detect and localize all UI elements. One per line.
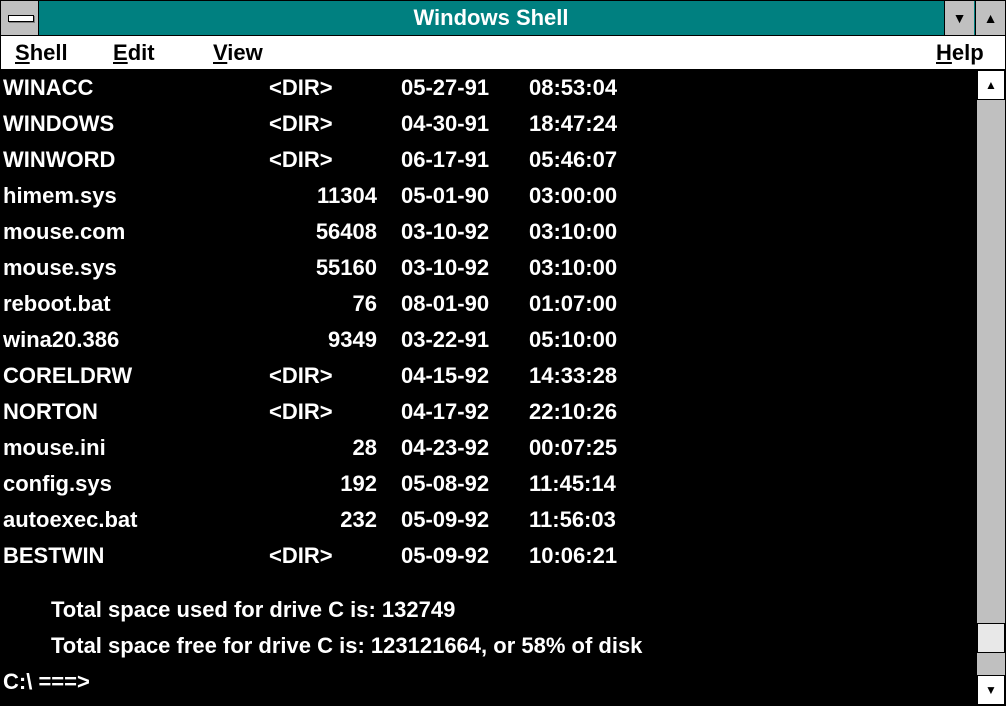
file-name: config.sys <box>3 471 112 496</box>
file-name: WINDOWS <box>3 111 115 136</box>
file-date: 08-01-90 <box>401 291 490 316</box>
menu-shell[interactable]: Shell <box>15 36 68 69</box>
scroll-thumb[interactable] <box>977 623 1005 653</box>
file-name: BESTWIN <box>3 543 105 568</box>
file-date: 06-17-91 <box>401 147 490 172</box>
scroll-up-button[interactable]: ▲ <box>977 70 1005 100</box>
file-time: 18:47:24 <box>529 111 618 136</box>
file-date: 04-17-92 <box>401 399 490 424</box>
menu-shell-mnemonic: S <box>15 40 30 65</box>
file-time: 03:10:00 <box>529 255 618 280</box>
maximize-button[interactable]: ▲ <box>975 1 1005 35</box>
system-menu-icon <box>8 15 34 22</box>
file-time: 05:10:00 <box>529 327 618 352</box>
menu-shell-label: hell <box>29 40 68 65</box>
triangle-down-icon: ▼ <box>952 10 967 26</box>
file-date: 05-09-92 <box>401 507 490 532</box>
menu-help-mnemonic: H <box>936 40 952 65</box>
space-used-line: Total space used for drive C is: 132749 <box>51 597 456 622</box>
file-size: 28 <box>352 435 377 460</box>
file-time: 22:10:26 <box>529 399 618 424</box>
file-size: <DIR> <box>269 363 333 388</box>
file-time: 01:07:00 <box>529 291 618 316</box>
menu-edit-mnemonic: E <box>113 40 128 65</box>
file-size: 11304 <box>317 183 377 208</box>
window-title: Windows Shell <box>413 5 569 30</box>
file-name: mouse.sys <box>3 255 117 280</box>
triangle-up-icon: ▲ <box>983 10 998 26</box>
menu-view[interactable]: View <box>213 36 263 69</box>
file-name: mouse.ini <box>3 435 106 460</box>
file-name: WINACC <box>3 75 94 100</box>
file-date: 05-01-90 <box>401 183 490 208</box>
file-size: <DIR> <box>269 543 333 568</box>
system-menu-button[interactable] <box>1 1 39 35</box>
file-size: 9349 <box>328 327 377 352</box>
file-name: himem.sys <box>3 183 117 208</box>
file-name: NORTON <box>3 399 98 424</box>
space-free-line: Total space free for drive C is: 1231216… <box>51 633 643 658</box>
shell-window: Windows Shell ▼ ▲ Shell Edit View Help W… <box>0 0 1006 706</box>
file-date: 04-30-91 <box>401 111 490 136</box>
file-date: 04-15-92 <box>401 363 490 388</box>
command-prompt[interactable]: C:\ ===> <box>3 664 90 700</box>
menu-bar: Shell Edit View Help <box>1 36 1005 70</box>
file-name: WINWORD <box>3 147 116 172</box>
file-size: 55160 <box>315 255 377 280</box>
file-time: 00:07:25 <box>529 435 618 460</box>
arrow-down-icon: ▼ <box>985 683 997 697</box>
file-time: 03:00:00 <box>529 183 618 208</box>
file-name: wina20.386 <box>3 327 120 352</box>
file-name: autoexec.bat <box>3 507 138 532</box>
file-size: 192 <box>340 471 377 496</box>
file-date: 05-08-92 <box>401 471 490 496</box>
menu-edit-label: dit <box>127 40 155 65</box>
file-date: 04-23-92 <box>401 435 490 460</box>
file-date: 03-10-92 <box>401 219 490 244</box>
file-size: <DIR> <box>269 111 333 136</box>
menu-help[interactable]: Help <box>936 36 984 69</box>
file-size: 56408 <box>315 219 377 244</box>
file-time: 03:10:00 <box>529 219 618 244</box>
scroll-down-button[interactable]: ▼ <box>977 675 1005 705</box>
vertical-scrollbar[interactable]: ▲ ▼ <box>976 70 1005 705</box>
file-time: 10:06:21 <box>529 543 618 568</box>
file-size: 232 <box>340 507 377 532</box>
file-time: 05:46:07 <box>529 147 618 172</box>
file-size: <DIR> <box>269 75 333 100</box>
file-name: CORELDRW <box>3 363 133 388</box>
file-size: <DIR> <box>269 147 333 172</box>
file-size: 76 <box>352 291 377 316</box>
file-time: 08:53:04 <box>529 75 618 100</box>
menu-help-label: elp <box>951 40 984 65</box>
file-time: 14:33:28 <box>529 363 618 388</box>
file-time: 11:56:03 <box>529 507 616 532</box>
file-time: 11:45:14 <box>529 471 616 496</box>
console-output[interactable]: WINACC <DIR> 05-27-91 08:53:04 WINDOWS <DIR> 0… <box>1 70 975 705</box>
file-date: 05-27-91 <box>401 75 490 100</box>
title-bar[interactable]: Windows Shell ▼ ▲ <box>1 1 1005 36</box>
file-name: mouse.com <box>3 219 126 244</box>
menu-view-mnemonic: V <box>213 40 228 65</box>
file-date: 03-22-91 <box>401 327 490 352</box>
minimize-button[interactable]: ▼ <box>944 1 974 35</box>
file-size: <DIR> <box>269 399 333 424</box>
arrow-up-icon: ▲ <box>985 78 997 92</box>
file-date: 03-10-92 <box>401 255 490 280</box>
menu-view-label: iew <box>227 40 263 65</box>
file-date: 05-09-92 <box>401 543 490 568</box>
menu-edit[interactable]: Edit <box>113 36 155 69</box>
file-name: reboot.bat <box>3 291 111 316</box>
